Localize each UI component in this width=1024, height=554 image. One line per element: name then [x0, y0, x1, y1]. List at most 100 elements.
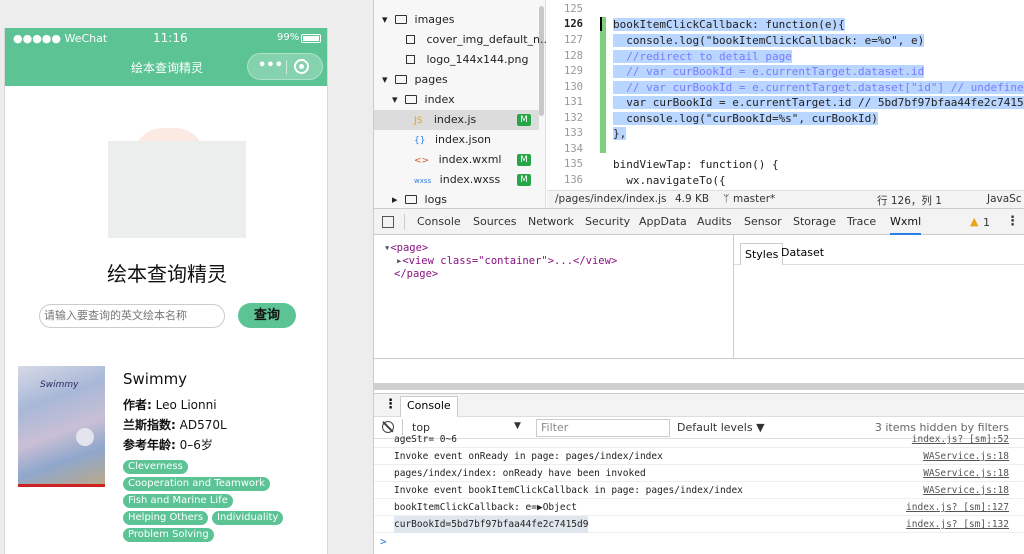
code-line: bindViewTap: function() {	[613, 158, 779, 171]
tag-chip: Individuality	[212, 511, 284, 525]
code-line: //redirect to detail page	[613, 50, 792, 63]
code-line: var curBookId = e.currentTarget.id // 5b…	[613, 96, 1024, 109]
phone-simulator: ●●●●● WeChat 11:16 99% 绘本查询精灵 ••• 绘本查询精灵…	[4, 28, 328, 554]
folder-open-icon	[405, 95, 418, 104]
wxml-tree: ▾<page> ▸<view class="container">...</vi…	[374, 235, 732, 358]
code-line: wx.navigateTo({	[613, 174, 726, 187]
tag-chip: Helping Others	[123, 511, 209, 525]
log-entry: pages/index/index: onReady have been inv…	[374, 465, 1024, 482]
inspect-element-icon[interactable]	[382, 216, 394, 228]
line-number: 125	[564, 3, 583, 15]
hidden-items-note: 3 items hidden by filters	[874, 421, 1009, 434]
cover-image-placeholder	[108, 141, 246, 238]
git-branch[interactable]: master*	[733, 193, 775, 205]
line-number: 133	[564, 127, 583, 139]
styles-tab-bar: Styles Dataset	[734, 235, 1024, 265]
tab-appdata[interactable]: AppData	[639, 209, 687, 235]
tree-item-label: images	[414, 13, 455, 26]
text-cursor	[600, 17, 602, 31]
more-options-icon[interactable]: ⋮	[1006, 214, 1019, 229]
battery-percent: 99%	[277, 32, 300, 43]
log-source-link[interactable]: WAService.js:18	[923, 465, 1009, 482]
log-levels-select[interactable]: Default levels ▼	[677, 421, 765, 434]
cursor-position[interactable]: 行 126，列 1	[877, 193, 942, 208]
tree-item-pages[interactable]: ▾ pages	[382, 70, 448, 90]
tree-item-cover-img[interactable]: cover_img_default_n...	[406, 30, 551, 50]
status-bar: ●●●●● WeChat 11:16 99%	[5, 28, 327, 48]
line-number: 129	[564, 65, 583, 77]
tab-trace[interactable]: Trace	[847, 209, 876, 235]
close-miniprogram-icon[interactable]	[294, 59, 309, 74]
tab-sensor[interactable]: Sensor	[744, 209, 782, 235]
git-branch-icon: ᛘ	[723, 193, 730, 205]
wxml-node-page-close[interactable]: </page>	[394, 268, 438, 280]
battery-icon	[301, 34, 321, 43]
tree-item-index-folder[interactable]: ▾ index	[392, 90, 455, 110]
log-entry[interactable]: bookItemClickCallback: e=▶Object index.js…	[374, 499, 1024, 516]
search-input[interactable]: 请输入要查询的英文绘本名称	[39, 304, 225, 328]
log-source-link[interactable]: index.js? [sm]:127	[906, 499, 1009, 516]
tree-item-images[interactable]: ▾ images	[382, 10, 455, 30]
caret-down-icon: ▾	[382, 13, 388, 26]
log-source-link[interactable]: WAService.js:18	[923, 482, 1009, 499]
tab-dataset[interactable]: Dataset	[781, 246, 824, 259]
tree-item-logo[interactable]: logo_144x144.png	[406, 50, 528, 70]
tree-scrollbar[interactable]	[539, 6, 544, 116]
warning-icon: ▲	[970, 215, 979, 228]
caret-down-icon: ▾	[382, 73, 388, 86]
tree-item-index-wxml[interactable]: <> index.wxml	[414, 150, 501, 170]
wxml-node-view[interactable]: ▸<view class="container">...</view>	[396, 255, 617, 267]
log-source-link[interactable]: index.js? [sm]:132	[906, 516, 1009, 533]
context-select[interactable]: top	[412, 421, 430, 434]
age-label: 参考年龄:	[123, 438, 176, 452]
capsule-divider	[286, 60, 287, 74]
console-drawer-tabs: ⋮ Console	[374, 393, 1024, 417]
tab-storage[interactable]: Storage	[793, 209, 836, 235]
tab-console[interactable]: Console	[417, 209, 461, 235]
log-source-link[interactable]: index.js? [sm]:52	[912, 435, 1009, 445]
code-editor[interactable]: 125 126 127 128 129 130 131 132 133 134 …	[547, 0, 1024, 190]
tab-network[interactable]: Network	[528, 209, 574, 235]
folder-open-icon	[395, 75, 408, 84]
code-line: console.log("curBookId=%s", curBookId)	[613, 112, 878, 125]
search-button[interactable]: 查询	[238, 303, 296, 328]
tab-security[interactable]: Security	[585, 209, 630, 235]
file-tree: ▾ images cover_img_default_n... logo_144…	[374, 0, 551, 210]
language-mode[interactable]: JavaSc	[987, 193, 1022, 205]
tab-wxml[interactable]: Wxml	[890, 209, 922, 235]
carrier-label: ●●●●● WeChat	[13, 32, 108, 45]
log-entry: curBookId=5bd7bf97bfaa44fe2c7415d9 index.…	[374, 516, 1024, 533]
log-source-link[interactable]: WAService.js:18	[923, 448, 1009, 465]
tab-sources[interactable]: Sources	[473, 209, 517, 235]
tree-item-label: logo_144x144.png	[426, 53, 529, 66]
tab-styles[interactable]: Styles	[740, 243, 784, 265]
console-prompt[interactable]: >	[380, 535, 387, 548]
book-title: Swimmy	[123, 370, 188, 388]
line-number: 127	[564, 34, 583, 46]
app-title: 绘本查询精灵	[107, 262, 227, 286]
book-list-item[interactable]: Swimmy Swimmy 作者: Leo Lionni 兰斯指数: AD570…	[5, 364, 327, 554]
tree-item-index-js[interactable]: JS index.js	[414, 110, 476, 130]
nav-bar: 绘本查询精灵 •••	[5, 48, 327, 86]
warning-count[interactable]: 1	[983, 216, 990, 229]
tab-divider	[404, 214, 405, 230]
tag-chip: Cleverness	[123, 460, 188, 474]
wxml-node-page[interactable]: ▾<page>	[384, 242, 428, 254]
drawer-resize-handle[interactable]	[374, 383, 1024, 390]
drawer-menu-icon[interactable]: ⋮	[384, 397, 397, 412]
more-icon[interactable]: •••	[258, 58, 283, 73]
tree-item-index-wxss[interactable]: wxss index.wxss	[414, 170, 500, 190]
wxml-file-icon: <>	[414, 156, 430, 166]
line-number: 128	[564, 50, 583, 62]
book-author-row: 作者: Leo Lionni	[123, 396, 217, 413]
tab-console-drawer[interactable]: Console	[400, 396, 458, 417]
book-cover-image: Swimmy	[18, 366, 105, 487]
line-number: 136	[564, 174, 583, 186]
tag-chip: Cooperation and Teamwork	[123, 477, 270, 491]
tree-item-logs[interactable]: ▸ logs	[392, 190, 447, 210]
line-number: 131	[564, 96, 583, 108]
clear-console-icon[interactable]	[382, 421, 394, 433]
devtools-panel: ▾ images cover_img_default_n... logo_144…	[373, 0, 1024, 554]
tree-item-index-json[interactable]: {} index.json	[414, 130, 491, 150]
tab-audits[interactable]: Audits	[697, 209, 732, 235]
